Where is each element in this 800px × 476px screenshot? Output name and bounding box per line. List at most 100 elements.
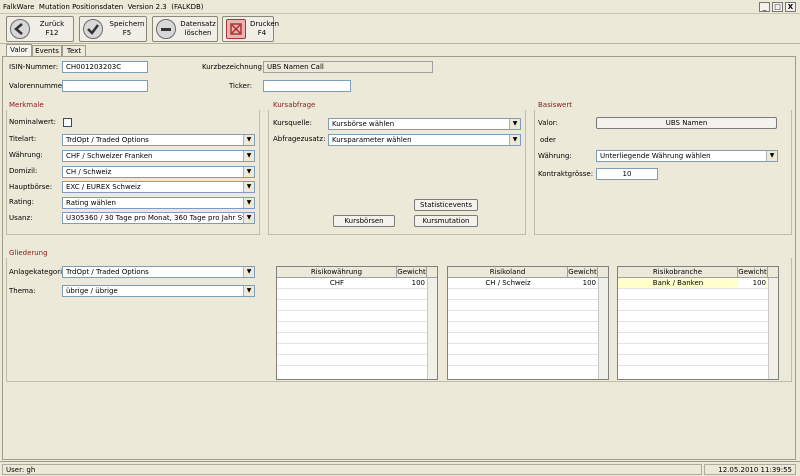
isin-field[interactable]: CH001203203C (62, 61, 148, 73)
chevron-down-icon: ▼ (243, 213, 254, 223)
table-cell: CHF (329, 279, 345, 287)
column-header[interactable]: Gewicht (397, 267, 427, 278)
isin-label: ISIN-Nummer: (9, 63, 59, 71)
table-row[interactable]: CH / Schweiz 100 (448, 278, 608, 289)
basiswert-valor-button[interactable]: UBS Namen (596, 117, 777, 129)
nominal-checkbox[interactable] (63, 118, 72, 127)
valoren-field[interactable] (62, 80, 148, 92)
usanz-label: Usanz: (9, 214, 33, 222)
anlage-value: TrdOpt / Traded Options (66, 268, 149, 276)
anlage-select[interactable]: TrdOpt / Traded Options ▼ (62, 266, 255, 278)
table-cell: 100 (738, 278, 766, 288)
usanz-select[interactable]: U305360 / 30 Tage pro Monat, 360 Tage pr… (62, 212, 255, 224)
basiswert-waehrung-select[interactable]: Unterliegende Währung wählen ▼ (596, 150, 778, 162)
column-header[interactable]: Risikoland (448, 267, 568, 278)
abfragezusatz-value: Kursparameter wählen (332, 136, 412, 144)
kursquelle-label: Kursquelle: (273, 119, 312, 127)
back-button[interactable]: Zurück F12 (6, 16, 74, 42)
risikoland-table[interactable]: Risikoland Gewicht CH / Schweiz 100 (447, 266, 609, 380)
thema-value: übrige / übrige (66, 287, 118, 295)
window-caption: Mutation Positionsdaten (38, 3, 124, 11)
table-header: Risikowährung Gewicht (277, 267, 437, 278)
delete-label: Datensatz (180, 20, 216, 28)
domizil-label: Domizil: (9, 167, 38, 175)
delete-record-button[interactable]: Datensatz löschen (152, 16, 218, 42)
minimize-button[interactable]: _ (759, 2, 770, 12)
chevron-down-icon: ▼ (243, 198, 254, 208)
save-label: Speichern (109, 20, 145, 28)
vertical-scrollbar[interactable] (598, 278, 608, 379)
app-name: FalkWare (3, 3, 35, 11)
usanz-value: U305360 / 30 Tage pro Monat, 360 Tage pr… (66, 214, 255, 222)
close-button[interactable]: X (785, 2, 796, 12)
save-button[interactable]: Speichern F5 (79, 16, 147, 42)
chevron-down-icon: ▼ (243, 151, 254, 161)
chevron-down-icon: ▼ (766, 151, 777, 161)
statisticevents-button[interactable]: Statisticevents (414, 199, 478, 211)
vertical-scrollbar[interactable] (768, 278, 778, 379)
nominal-label: Nominalwert: (9, 118, 56, 126)
datetime-status: 12.05.2010 11:39:55 (704, 464, 796, 475)
ticker-field[interactable] (263, 80, 351, 92)
kurzbez-label: Kurzbezeichnung: (202, 63, 265, 71)
print-key: F4 (257, 29, 267, 37)
kontrakt-label: Kontraktgrösse: (538, 170, 594, 178)
column-header[interactable]: Risikowährung (277, 267, 397, 278)
column-header[interactable]: Gewicht (568, 267, 598, 278)
domizil-select[interactable]: CH / Schweiz ▼ (62, 166, 255, 178)
table-cell: CH / Schweiz (485, 279, 531, 287)
valoren-label: Valorennummer: (9, 82, 68, 90)
table-row[interactable]: Bank / Banken 100 (618, 278, 778, 289)
basiswert-waehrung-label: Währung: (538, 152, 572, 160)
domizil-value: CH / Schweiz (66, 168, 112, 176)
basiswert-title: Basiswert (538, 101, 572, 109)
waehrung-value: CHF / Schweizer Franken (66, 152, 153, 160)
titelart-select[interactable]: TrdOpt / Traded Options ▼ (62, 134, 255, 146)
table-header: Risikobranche Gewicht (618, 267, 778, 278)
thema-select[interactable]: übrige / übrige ▼ (62, 285, 255, 297)
table-cell: 100 (411, 279, 425, 287)
risikobranche-table[interactable]: Risikobranche Gewicht Bank / Banken 100 (617, 266, 779, 380)
column-header[interactable]: Risikobranche (618, 267, 738, 278)
status-bar: User: gh 12.05.2010 11:39:55 (0, 461, 800, 476)
table-cell: 100 (582, 279, 596, 287)
print-button[interactable]: Drucken F4 (222, 16, 279, 42)
merkmale-title: Merkmale (9, 101, 44, 109)
abfragezusatz-label: Abfragezusatz: (273, 135, 326, 143)
table-row[interactable]: CHF 100 (277, 278, 437, 289)
gliederung-title: Gliederung (9, 249, 48, 257)
titelart-value: TrdOpt / Traded Options (66, 136, 149, 144)
kursboersen-button[interactable]: Kursbörsen (333, 215, 395, 227)
kursquelle-select[interactable]: Kursbörse wählen ▼ (328, 118, 521, 130)
abfragezusatz-select[interactable]: Kursparameter wählen ▼ (328, 134, 521, 146)
version-text: Version 2.3 (127, 3, 167, 11)
ticker-label: Ticker: (229, 82, 253, 90)
toolbar: Zurück F12 Speichern F5 Datensatz lösche… (0, 14, 800, 44)
kursquelle-value: Kursbörse wählen (332, 120, 395, 128)
chevron-down-icon: ▼ (509, 135, 520, 145)
chevron-down-icon: ▼ (243, 286, 254, 296)
waehrung-label: Währung: (9, 151, 43, 159)
rating-select[interactable]: Rating wählen ▼ (62, 197, 255, 209)
basiswert-valor-label: Valor: (538, 119, 558, 127)
titelart-label: Titelart: (9, 135, 37, 143)
arrow-left-icon (10, 19, 30, 39)
title-bar: FalkWare Mutation Positionsdaten Version… (0, 0, 800, 14)
waehrung-select[interactable]: CHF / Schweizer Franken ▼ (62, 150, 255, 162)
maximize-button[interactable]: □ (772, 2, 783, 12)
kursmutation-button[interactable]: Kursmutation (414, 215, 478, 227)
hauptboerse-value: EXC / EUREX Schweiz (66, 183, 141, 191)
save-key: F5 (122, 29, 132, 37)
risikowaehrung-table[interactable]: Risikowährung Gewicht CHF 100 (276, 266, 438, 380)
kontrakt-field[interactable]: 10 (596, 168, 658, 180)
checkmark-icon (83, 19, 103, 39)
minus-icon (156, 19, 176, 39)
kursabfrage-title: Kursabfrage (273, 101, 316, 109)
oder-label: oder (540, 136, 556, 144)
column-header[interactable]: Gewicht (738, 267, 768, 278)
vertical-scrollbar[interactable] (427, 278, 437, 379)
hauptboerse-select[interactable]: EXC / EUREX Schweiz ▼ (62, 181, 255, 193)
chevron-down-icon: ▼ (243, 267, 254, 277)
window-title: FalkWare Mutation Positionsdaten Version… (3, 3, 204, 11)
delete-label-2: löschen (184, 29, 212, 37)
